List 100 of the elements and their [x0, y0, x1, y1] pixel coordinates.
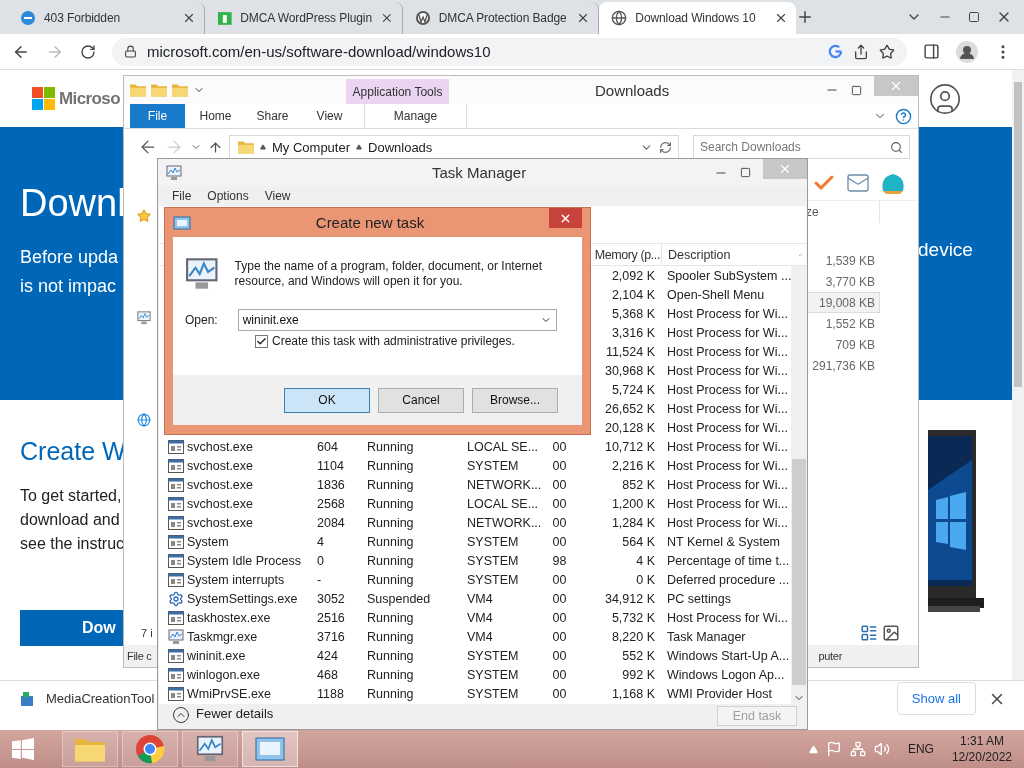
taskbar-app[interactable]	[242, 731, 298, 767]
process-name[interactable]: svchost.exe	[187, 477, 253, 492]
new-tab-icon[interactable]	[796, 8, 814, 26]
show-all-button[interactable]: Show all	[896, 682, 976, 715]
cpu-text: 00	[552, 515, 567, 530]
maximize-icon[interactable]	[968, 11, 980, 23]
computer-icon	[137, 311, 151, 325]
hero-text: Before upda	[20, 246, 119, 269]
star-icon[interactable]	[879, 43, 895, 60]
globe-icon[interactable]	[137, 413, 151, 427]
user-text: LOCAL SE...	[467, 496, 539, 511]
menu-item[interactable]: File	[172, 189, 192, 203]
description-text: Host Process for Wi...	[667, 458, 788, 473]
scrollbar-thumb[interactable]	[792, 459, 806, 685]
close-icon[interactable]	[774, 11, 788, 25]
show-hidden-icon[interactable]	[808, 744, 818, 754]
download-button[interactable]: Dow	[20, 610, 125, 646]
maximize-icon[interactable]	[851, 84, 862, 96]
up-icon[interactable]	[208, 139, 223, 155]
ribbon-tab[interactable]: Manage	[364, 104, 467, 128]
process-name[interactable]: taskhostex.exe	[187, 610, 271, 625]
process-name[interactable]: System interrupts	[187, 572, 285, 587]
cpu-text: 00	[552, 591, 567, 606]
tiles-view-icon[interactable]	[882, 624, 900, 642]
window-icon	[168, 534, 184, 549]
separator-icon	[356, 144, 363, 150]
logo-text: Microso	[59, 88, 120, 109]
process-name[interactable]: svchost.exe	[187, 439, 253, 454]
language-indicator[interactable]: ENG	[907, 742, 934, 756]
dialog-button[interactable]: OK	[284, 387, 370, 413]
process-name[interactable]: Taskmgr.exe	[187, 629, 258, 644]
clock[interactable]: 1:31 AM 12/20/2022	[951, 733, 1012, 765]
collapse-icon[interactable]	[172, 706, 190, 724]
process-name[interactable]: WmiPrvSE.exe	[187, 686, 272, 701]
maximize-icon[interactable]	[740, 167, 751, 178]
description-text: Host Process for Wi...	[667, 515, 788, 530]
process-name[interactable]: System Idle Process	[187, 553, 301, 568]
star-icon[interactable]	[137, 209, 151, 223]
ribbon-tab[interactable]: View	[301, 104, 358, 128]
process-name[interactable]: svchost.exe	[187, 496, 253, 511]
download-file-name[interactable]: MediaCreationTool	[46, 691, 155, 706]
address-bar[interactable]: microsoft.com/en-us/software-download/windows10	[112, 37, 907, 66]
help-icon[interactable]	[895, 107, 912, 125]
memory-text: 34,912 K	[604, 591, 655, 606]
pid-text: 2516	[317, 610, 345, 625]
refresh-icon[interactable]	[659, 140, 672, 154]
close-icon[interactable]	[380, 11, 394, 25]
ribbon-tab[interactable]: Share	[244, 104, 301, 128]
user-icon[interactable]	[928, 81, 962, 116]
process-name[interactable]: svchost.exe	[187, 458, 253, 473]
dialog-button[interactable]: Browse...	[472, 387, 558, 413]
taskbar-app[interactable]	[122, 731, 178, 767]
fewer-details-link[interactable]: Fewer details	[196, 706, 274, 721]
memory-text: 4 K	[636, 553, 655, 568]
checkbox[interactable]	[255, 334, 268, 348]
process-name[interactable]: SystemSettings.exe	[187, 591, 298, 606]
memory-text: 30,968 K	[604, 363, 655, 378]
menu-item[interactable]: View	[264, 189, 291, 203]
reload-icon[interactable]	[80, 43, 96, 60]
size-cell[interactable]: 291,736 KB	[806, 355, 880, 376]
scrollbar-thumb[interactable]	[1014, 82, 1022, 387]
ribbon-tab[interactable]: File	[130, 104, 185, 128]
pid-text: -	[317, 572, 322, 587]
share-icon[interactable]	[853, 43, 869, 60]
description-text: Task Manager	[667, 629, 746, 644]
menu-item[interactable]: Options	[207, 189, 249, 203]
process-name[interactable]: svchost.exe	[187, 515, 253, 530]
context-tab[interactable]: Application Tools	[346, 79, 449, 104]
status-text: Running	[367, 458, 414, 473]
size-cell[interactable]: 1,539 KB	[806, 250, 880, 271]
profile-icon[interactable]	[956, 40, 978, 63]
process-name[interactable]: System	[187, 534, 229, 549]
side-panel-icon[interactable]	[923, 43, 940, 60]
details-view-icon[interactable]	[860, 624, 878, 642]
volume-icon[interactable]	[873, 741, 890, 757]
size-cell[interactable]: 3,770 KB	[806, 271, 880, 292]
size-cell[interactable]: 1,552 KB	[806, 313, 880, 334]
status-text: Running	[367, 515, 414, 530]
column-header[interactable]: Description	[661, 244, 791, 265]
pid-text: 3052	[317, 591, 345, 606]
open-combo-box[interactable]: wininit.exe	[237, 309, 557, 331]
dialog-button[interactable]: Cancel	[378, 387, 464, 413]
browser-tab[interactable]: Download Windows 10	[599, 2, 796, 34]
process-name[interactable]: winlogon.exe	[187, 667, 260, 682]
size-cell[interactable]: 709 KB	[806, 334, 880, 355]
g-logo-icon[interactable]	[828, 44, 843, 59]
ribbon-tab[interactable]: Home	[187, 104, 244, 128]
window-icon	[255, 737, 285, 761]
breadcrumb[interactable]: Downloads	[368, 139, 433, 155]
breadcrumb[interactable]: My Computer	[272, 139, 351, 155]
close-button[interactable]	[549, 208, 582, 228]
taskbar-app[interactable]	[182, 731, 238, 767]
lock-icon	[124, 45, 137, 58]
flag-icon[interactable]	[825, 741, 842, 757]
process-name[interactable]: wininit.exe	[187, 648, 246, 663]
memory-text: 10,712 K	[604, 439, 655, 454]
network-icon[interactable]	[849, 741, 866, 757]
monitor-icon	[168, 628, 184, 645]
cpu-text: 00	[552, 610, 567, 625]
size-cell[interactable]: 19,008 KB	[806, 292, 880, 313]
